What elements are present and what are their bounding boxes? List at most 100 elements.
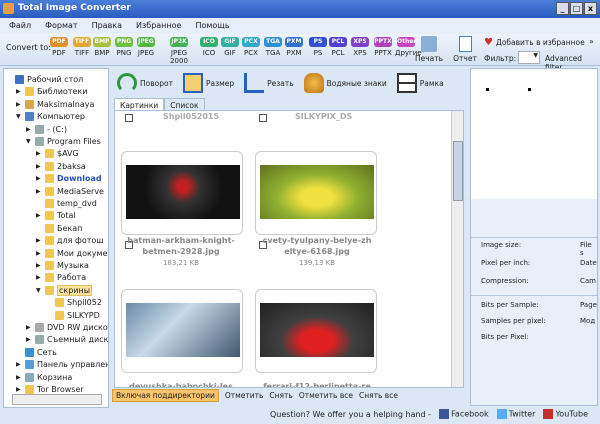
tree-item[interactable]: ▶ Панель управлен	[16, 358, 108, 371]
uncheck-button[interactable]: Снять	[269, 391, 292, 400]
expand-arrow-icon[interactable]: ▼	[16, 113, 22, 120]
report-button[interactable]: Отчет	[452, 36, 478, 63]
maximize-button[interactable]: □	[570, 2, 583, 15]
tree-item[interactable]: ▶ Download	[36, 172, 102, 185]
convert-ico-button[interactable]: ICO ICO	[198, 37, 220, 57]
grid-vertical-scrollbar[interactable]	[451, 111, 463, 387]
twitter-link[interactable]: Twitter	[496, 409, 535, 419]
convert-png-button[interactable]: PNG PNG	[113, 37, 135, 57]
expand-arrow-icon[interactable]: ▶	[36, 212, 42, 219]
tree-item[interactable]: ▶ - (C:)	[26, 123, 67, 136]
checkbox[interactable]	[259, 114, 267, 122]
expand-arrow-icon[interactable]: ▶	[16, 361, 22, 368]
expand-arrow-icon[interactable]: ▶	[36, 237, 42, 244]
expand-arrow-icon[interactable]: ▼	[26, 138, 32, 145]
expand-arrow-icon[interactable]: ▶	[36, 175, 42, 182]
tree-item[interactable]: ▶ 2baksa	[36, 160, 86, 173]
convert-gif-button[interactable]: GIF GIF	[219, 37, 241, 57]
tree-item[interactable]: Сеть	[16, 346, 57, 359]
folder-tree[interactable]: Рабочий стол ▶ Библиотеки ▶ Maksimalnaya ▼ Ком…	[3, 68, 109, 408]
tree-item[interactable]: ▼ Компьютер	[16, 110, 85, 123]
tree-item[interactable]: ▶ Съемный диск	[26, 333, 108, 346]
tree-item[interactable]: Shpil052	[46, 296, 102, 309]
watermark-button[interactable]: Водяные знаки	[303, 73, 387, 93]
tree-item[interactable]: ▶ $AVG	[36, 147, 79, 160]
tree-item[interactable]: SILKYPD	[46, 309, 100, 322]
tree-item[interactable]: Бекап	[36, 222, 82, 235]
include-subdirs-toggle[interactable]: Включая поддиректории	[112, 388, 219, 402]
format-icon: PNG	[115, 37, 133, 47]
print-button[interactable]: Печать	[414, 36, 444, 63]
menu-format[interactable]: Формат	[45, 21, 77, 34]
thumbnail-card[interactable]	[255, 151, 377, 235]
tree-item[interactable]: ▶ Музыка	[36, 259, 89, 272]
more-button[interactable]: »	[589, 37, 594, 46]
convert-ps-button[interactable]: PS PS	[307, 37, 329, 57]
frame-button[interactable]: Рамка	[396, 73, 444, 93]
menu-file[interactable]: Файл	[9, 21, 31, 34]
add-favorites-button[interactable]: ♥ Добавить в избранное	[484, 37, 585, 48]
tree-item[interactable]: ▶ Корзина	[16, 371, 72, 384]
expand-arrow-icon[interactable]: ▶	[26, 324, 32, 331]
user-icon	[25, 99, 34, 109]
convert-tiff-button[interactable]: TIFF TIFF	[71, 37, 93, 57]
tree-item[interactable]: ▶ Maksimalnaya	[16, 98, 94, 111]
youtube-link[interactable]: YouTube	[543, 409, 588, 419]
expand-arrow-icon[interactable]: ▶	[16, 386, 22, 393]
thumbnail-card[interactable]	[255, 289, 377, 373]
expand-arrow-icon[interactable]: ▶	[16, 88, 22, 95]
expand-arrow-icon[interactable]: ▶	[36, 163, 42, 170]
tree-item[interactable]: ▶ Библиотеки	[16, 85, 87, 98]
thumbnail-card[interactable]	[121, 151, 243, 235]
convert-jpeg-button[interactable]: JPEG JPEG	[135, 37, 157, 57]
format-icon: PPTX	[374, 37, 392, 47]
folder-label: Shpil052015	[163, 112, 220, 121]
expand-arrow-icon[interactable]: ▶	[36, 274, 42, 281]
convert-tga-button[interactable]: TGA TGA	[262, 37, 284, 57]
convert-pdf-button[interactable]: PDF PDF	[48, 37, 70, 57]
expand-arrow-icon[interactable]: ▶	[36, 262, 42, 269]
check-button[interactable]: Отметить	[225, 391, 264, 400]
convert-pcx-button[interactable]: PCX PCX	[240, 37, 262, 57]
expand-arrow-icon[interactable]: ▶	[36, 150, 42, 157]
expand-arrow-icon[interactable]: ▶	[16, 101, 22, 108]
file-size: 139,13 KB	[298, 259, 336, 267]
tree-item[interactable]: temp_dvd	[36, 197, 97, 210]
close-button[interactable]: x	[584, 2, 597, 15]
tree-item[interactable]: ▶ Total	[36, 209, 76, 222]
expand-arrow-icon[interactable]: ▶	[36, 188, 42, 195]
expand-arrow-icon[interactable]: ▶	[26, 126, 32, 133]
tree-item[interactable]: ▼ скрины	[36, 284, 93, 297]
tree-item[interactable]: ▶ DVD RW диско	[26, 321, 108, 334]
uncheck-all-button[interactable]: Снять все	[359, 391, 398, 400]
tree-item[interactable]: ▶ MediaServe	[36, 185, 104, 198]
convert-xps-button[interactable]: XPS XPS	[349, 37, 371, 57]
menu-edit[interactable]: Правка	[92, 21, 122, 34]
convert-jpeg-2000-button[interactable]: JP2K JPEG 2000	[164, 37, 194, 65]
resize-button[interactable]: Размер	[182, 73, 234, 93]
convert-pcl-button[interactable]: PCL PCL	[327, 37, 349, 57]
tree-item[interactable]: ▶ Мои докуме	[36, 247, 108, 260]
convert-pxm-button[interactable]: PXM PXM	[283, 37, 305, 57]
help-text[interactable]: Question? We offer you a helping hand -	[270, 410, 431, 419]
thumbnail-card[interactable]	[121, 289, 243, 373]
tree-item[interactable]: ▶ для фотош	[36, 234, 104, 247]
convert-pptx-button[interactable]: PPTX PPTX	[372, 37, 394, 57]
tree-item[interactable]: ▶ Работа	[36, 271, 86, 284]
menu-help[interactable]: Помощь	[195, 21, 229, 34]
expand-arrow-icon[interactable]: ▶	[16, 374, 22, 381]
tree-item[interactable]: Рабочий стол	[6, 73, 83, 86]
checkbox[interactable]	[125, 114, 133, 122]
expand-arrow-icon[interactable]: ▶	[36, 250, 42, 257]
filter-dropdown[interactable]: ▼	[518, 51, 540, 64]
crop-button[interactable]: Резать	[244, 73, 294, 93]
check-all-button[interactable]: Отметить все	[299, 391, 353, 400]
minimize-button[interactable]: _	[556, 2, 569, 15]
expand-arrow-icon[interactable]: ▶	[26, 336, 32, 343]
menu-favorites[interactable]: Избранное	[136, 21, 181, 34]
facebook-link[interactable]: Facebook	[439, 409, 489, 419]
convert-bmp-button[interactable]: BMP BMP	[91, 37, 113, 57]
expand-arrow-icon[interactable]: ▼	[36, 287, 42, 294]
rotate-button[interactable]: Поворот	[117, 73, 173, 93]
tree-item[interactable]: ▼ Program Files	[26, 135, 101, 148]
